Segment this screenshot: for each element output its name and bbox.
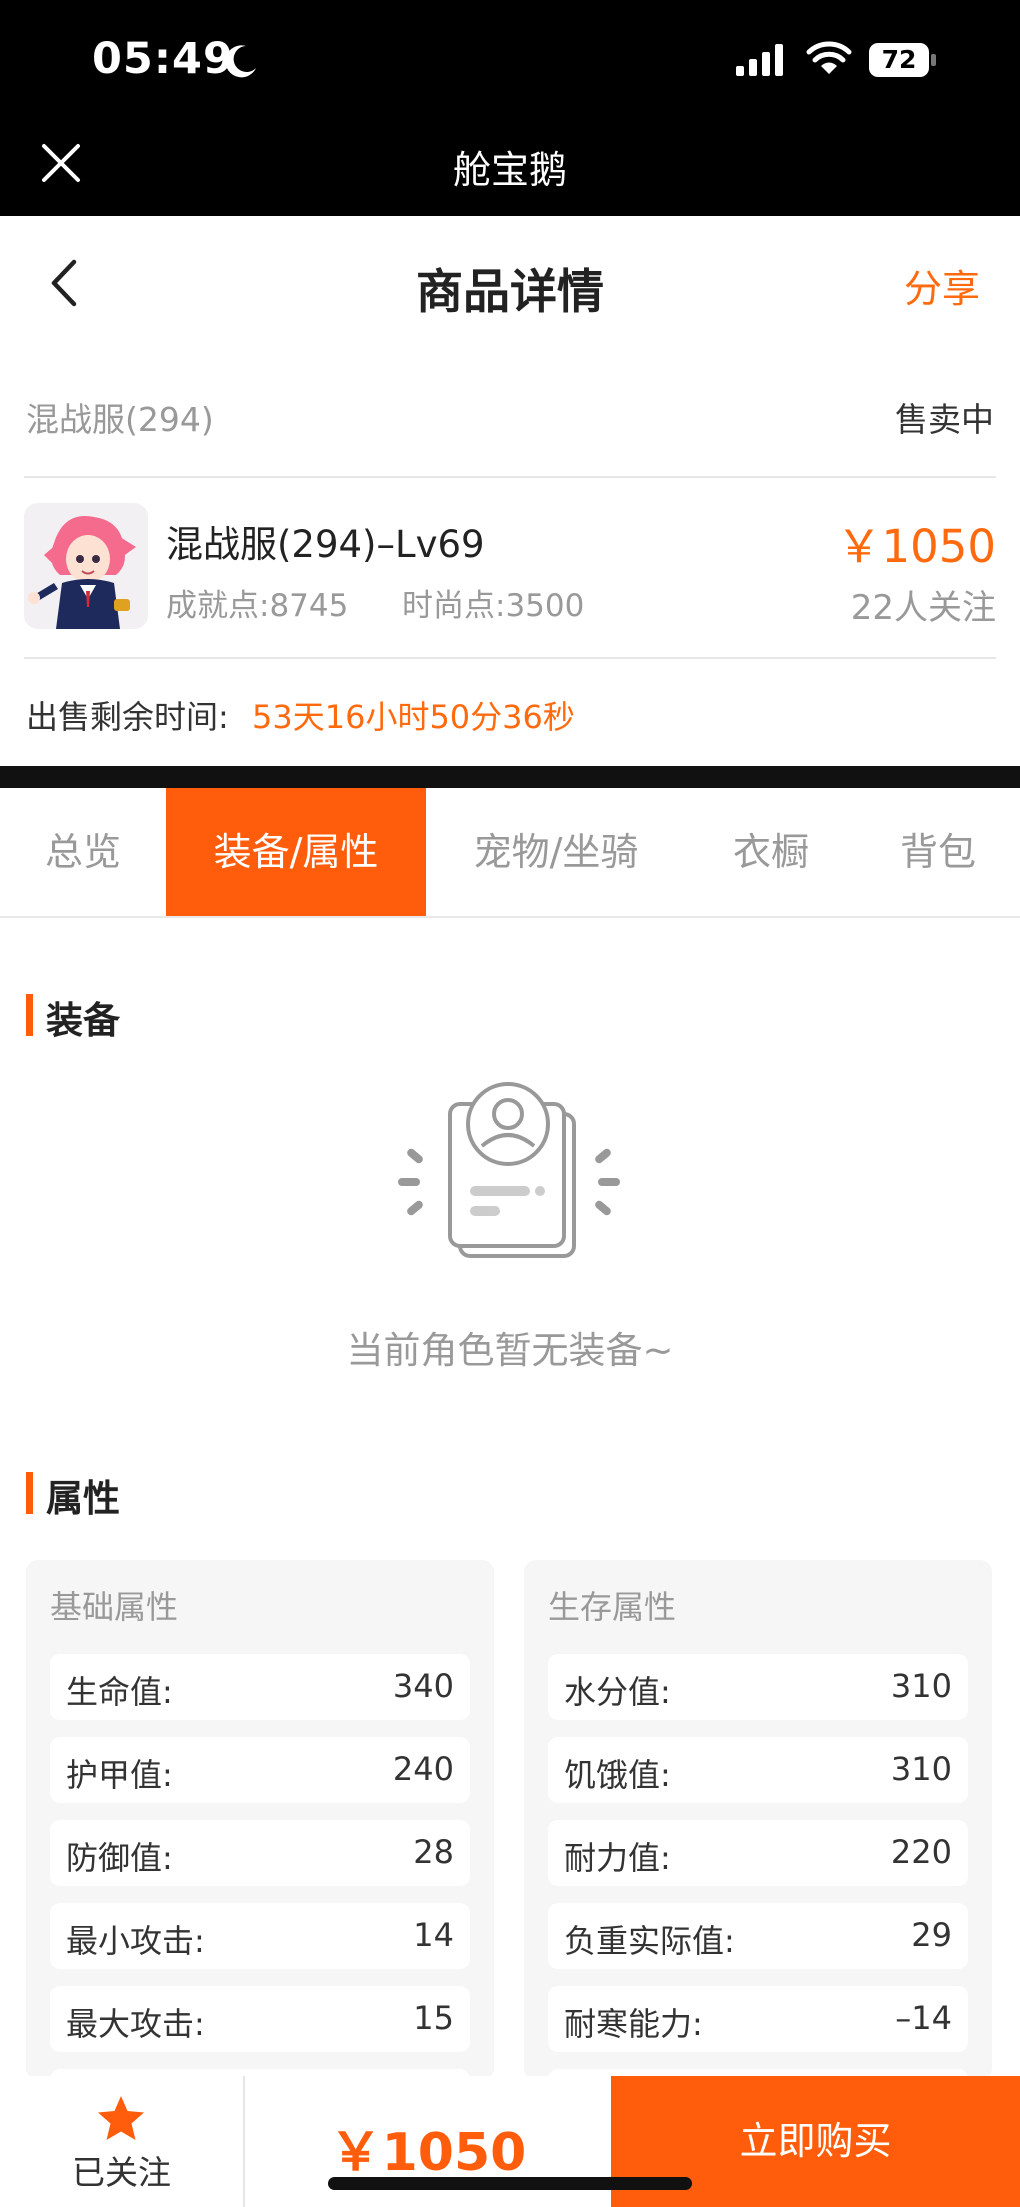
empty-equipment-text: 当前角色暂无装备~ bbox=[346, 1329, 674, 1372]
attribute-value: 310 bbox=[890, 1750, 952, 1788]
attribute-row: 水分值: 310 bbox=[548, 1654, 968, 1720]
equipment-section-title: 装备 bbox=[46, 999, 120, 1042]
divider bbox=[24, 657, 996, 659]
attribute-row: 生命值: 340 bbox=[50, 1654, 470, 1720]
basic-attributes-title: 基础属性 bbox=[50, 1588, 179, 1626]
attribute-row: 最小攻击: 14 bbox=[50, 1903, 470, 1969]
attribute-row: 负重实际值: 29 bbox=[548, 1903, 968, 1969]
attribute-value: 14 bbox=[413, 1916, 454, 1954]
tab-backpack[interactable]: 背包 bbox=[856, 788, 1020, 916]
achievement-points: 成就点:8745 bbox=[166, 588, 349, 624]
bottom-price: ￥1050 bbox=[329, 2123, 527, 2183]
signal-icon bbox=[736, 44, 783, 76]
attribute-value: 220 bbox=[890, 1833, 952, 1871]
moon-icon bbox=[225, 45, 256, 78]
attribute-row: 最大攻击: 15 bbox=[50, 1986, 470, 2052]
follow-button[interactable]: 已关注 bbox=[0, 2146, 243, 2194]
attribute-value: 29 bbox=[911, 1916, 952, 1954]
page-title: 商品详情 bbox=[416, 265, 604, 320]
attribute-row: 饥饿值: 310 bbox=[548, 1737, 968, 1803]
attribute-label: 护甲值: bbox=[66, 1756, 173, 1794]
attribute-label: 饥饿值: bbox=[564, 1756, 671, 1794]
fashion-points: 时尚点:3500 bbox=[402, 588, 585, 624]
star-icon[interactable] bbox=[96, 2094, 146, 2142]
divider bbox=[24, 476, 996, 478]
attribute-row: 耐寒能力: –14 bbox=[548, 1986, 968, 2052]
share-button[interactable]: 分享 bbox=[904, 258, 980, 313]
attribute-value: 310 bbox=[890, 1667, 952, 1705]
battery-icon: 72 bbox=[868, 42, 938, 78]
follower-count: 22人关注 bbox=[850, 588, 996, 628]
survival-attributes-card: 生存属性 水分值: 310 饥饿值: 310 耐力值: 220 负重实际值: 2… bbox=[524, 1560, 992, 2080]
attribute-label: 最大攻击: bbox=[66, 2005, 205, 2043]
attribute-label: 耐寒能力: bbox=[564, 2005, 703, 2043]
basic-attributes-card: 基础属性 生命值: 340 护甲值: 240 防御值: 28 最小攻击: 14 … bbox=[26, 1560, 494, 2080]
battery-level: 72 bbox=[881, 45, 917, 74]
tab-bar: 总览 装备/属性 宠物/坐骑 衣橱 背包 bbox=[0, 788, 1020, 916]
attribute-label: 负重实际值: bbox=[564, 1922, 735, 1960]
remaining-time-label: 出售剩余时间: bbox=[26, 698, 229, 736]
tab-divider bbox=[0, 916, 1020, 918]
attribute-label: 防御值: bbox=[66, 1839, 173, 1877]
home-indicator[interactable] bbox=[328, 2177, 692, 2190]
attribute-row: 防御值: 28 bbox=[50, 1820, 470, 1886]
section-marker bbox=[26, 1472, 33, 1514]
product-name: 混战服(294)–Lv69 bbox=[166, 523, 485, 566]
attribute-label: 耐力值: bbox=[564, 1839, 671, 1877]
attribute-value: 15 bbox=[413, 1999, 454, 2037]
remaining-time-value: 53天16小时50分36秒 bbox=[252, 698, 575, 736]
wifi-icon bbox=[806, 41, 852, 74]
product-price: ￥1050 bbox=[836, 520, 996, 573]
attribute-label: 水分值: bbox=[564, 1673, 671, 1711]
sale-status: 售卖中 bbox=[895, 400, 994, 439]
attribute-value: 340 bbox=[392, 1667, 454, 1705]
attribute-row: 护甲值: 240 bbox=[50, 1737, 470, 1803]
section-separator bbox=[0, 766, 1020, 788]
attribute-value: –14 bbox=[895, 1999, 952, 2037]
empty-equipment-icon bbox=[398, 1082, 620, 1258]
attribute-value: 240 bbox=[392, 1750, 454, 1788]
attributes-section-title: 属性 bbox=[46, 1477, 120, 1520]
survival-attributes-title: 生存属性 bbox=[548, 1588, 677, 1626]
tab-overview[interactable]: 总览 bbox=[0, 788, 166, 916]
section-marker bbox=[26, 994, 33, 1036]
attribute-label: 最小攻击: bbox=[66, 1922, 205, 1960]
server-name: 混战服(294) bbox=[26, 400, 214, 439]
status-time: 05:49 bbox=[92, 34, 234, 84]
attribute-label: 生命值: bbox=[66, 1673, 173, 1711]
attribute-row: 耐力值: 220 bbox=[548, 1820, 968, 1886]
tab-wardrobe[interactable]: 衣橱 bbox=[686, 788, 856, 916]
attribute-value: 28 bbox=[413, 1833, 454, 1871]
tab-pets-mounts[interactable]: 宠物/坐骑 bbox=[426, 788, 686, 916]
character-avatar[interactable] bbox=[24, 503, 148, 629]
tab-equipment-attributes[interactable]: 装备/属性 bbox=[166, 788, 426, 916]
app-title: 舱宝鹅 bbox=[452, 148, 567, 192]
